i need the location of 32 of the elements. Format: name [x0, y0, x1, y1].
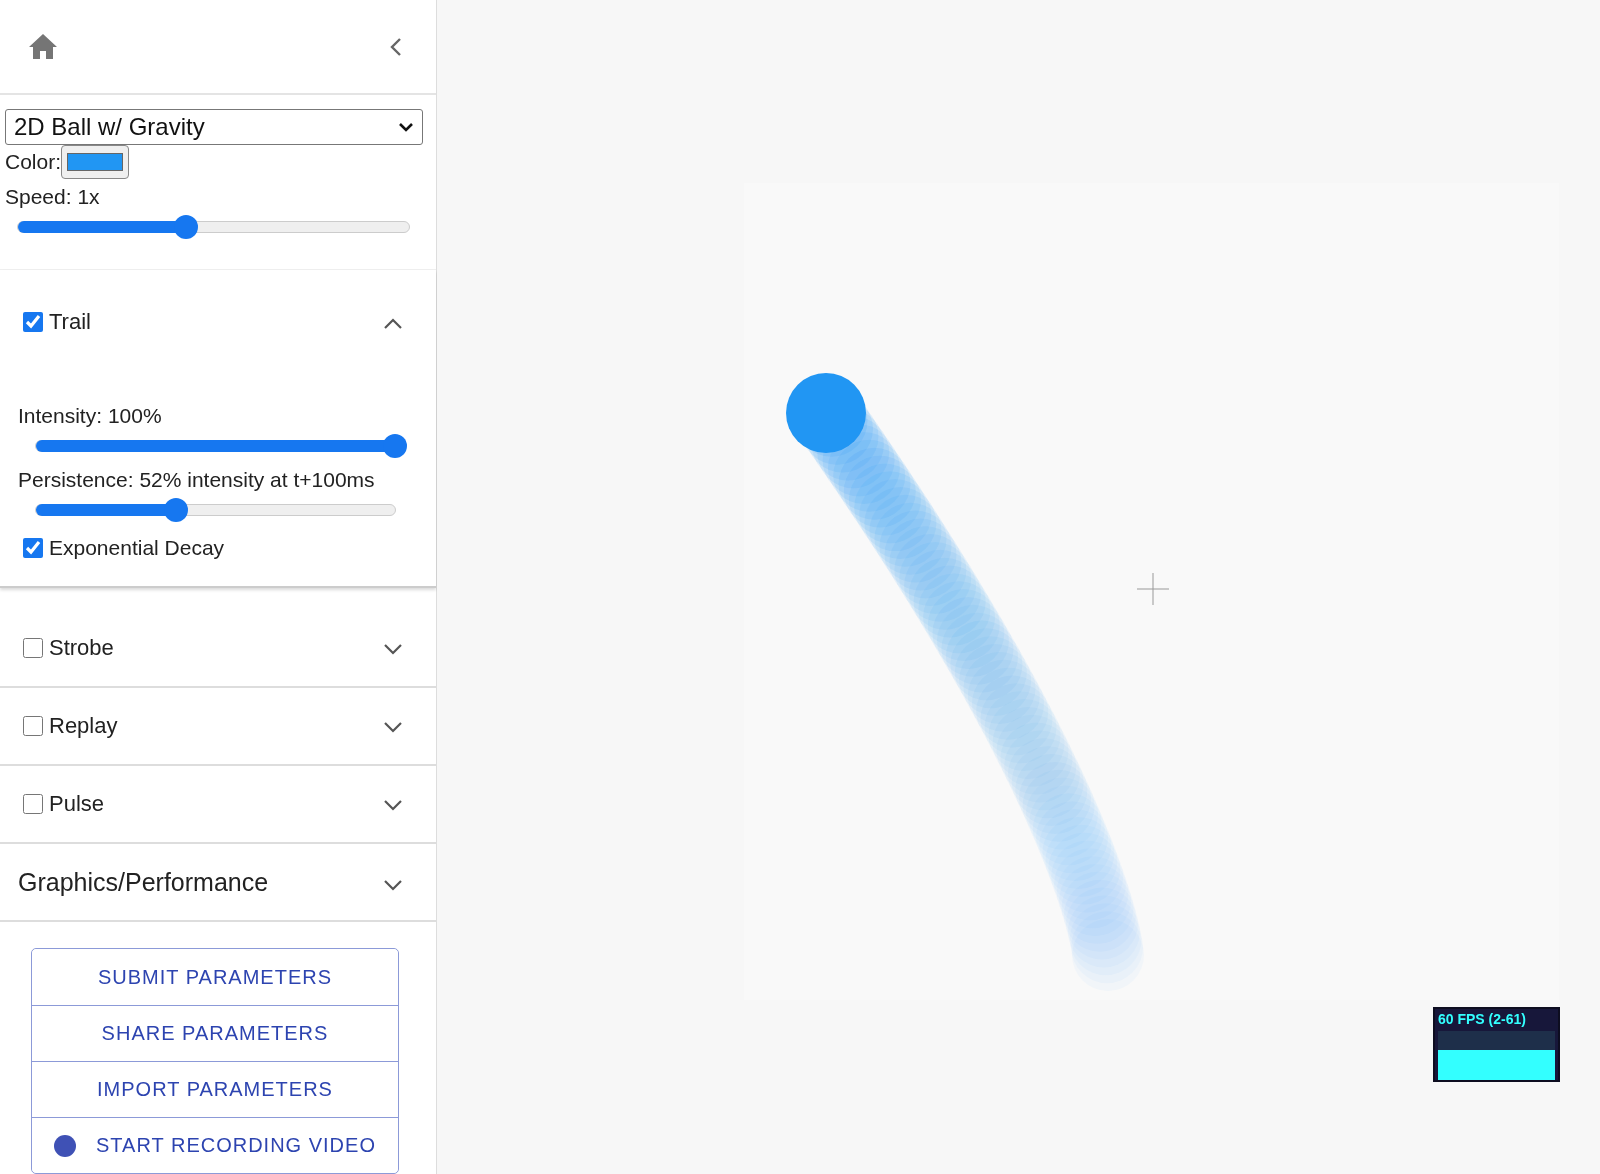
fps-label: 60 FPS (2-61)	[1438, 1011, 1527, 1027]
checkbox[interactable]	[23, 794, 43, 814]
slider-thumb[interactable]	[174, 215, 199, 239]
slider-thumb[interactable]	[164, 498, 188, 522]
section-title: Graphics/Performance	[18, 867, 269, 897]
checkbox-label: Pulse	[49, 791, 105, 817]
chevron-down-icon[interactable]	[384, 644, 402, 655]
home-icon[interactable]	[28, 33, 58, 60]
checkbox[interactable]	[23, 716, 43, 736]
slider-label: Persistence: 52% intensity at t+100ms	[18, 468, 376, 492]
color-picker[interactable]	[61, 145, 130, 179]
dropdown-chevron-icon	[398, 122, 414, 132]
checkbox-label: Replay	[49, 713, 118, 739]
crosshair-icon	[1136, 572, 1170, 606]
speed-label: Speed: 1x	[5, 185, 101, 209]
record-dot-icon	[54, 1134, 77, 1157]
checkbox-label: Exponential Decay	[49, 536, 225, 560]
simulation-select[interactable]: 2D Ball w/ Gravity	[5, 109, 423, 145]
checkbox-label: Trail	[49, 309, 91, 335]
chevron-down-icon[interactable]	[384, 800, 402, 811]
chevron-down-icon[interactable]	[384, 722, 402, 733]
slider-thumb[interactable]	[383, 434, 407, 458]
chevron-up-icon[interactable]	[384, 318, 402, 329]
checkbox-label: Strobe	[49, 635, 114, 661]
color-label: Color:	[5, 150, 62, 174]
checkbox[interactable]	[23, 312, 43, 332]
checkbox[interactable]	[23, 538, 43, 558]
slider-label: Intensity: 100%	[18, 404, 163, 428]
chevron-down-icon[interactable]	[384, 879, 402, 891]
checkbox[interactable]	[23, 638, 43, 658]
chevron-left-icon[interactable]	[390, 36, 402, 57]
record-button[interactable]: START RECORDING VIDEO	[32, 1117, 398, 1173]
